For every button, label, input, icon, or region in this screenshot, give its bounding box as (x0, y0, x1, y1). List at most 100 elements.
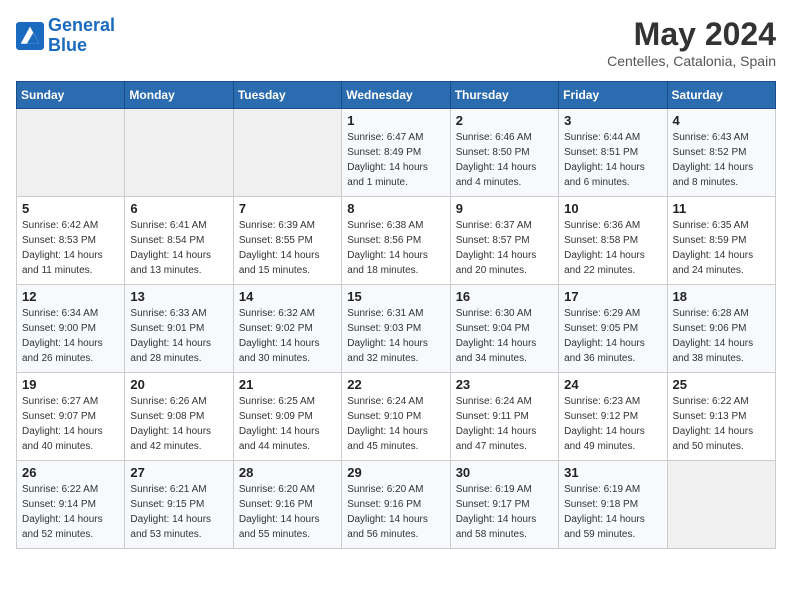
calendar-cell: 1 Sunrise: 6:47 AM Sunset: 8:49 PM Daylig… (342, 109, 450, 197)
day-number: 30 (456, 465, 553, 480)
day-info: Sunrise: 6:27 AM Sunset: 9:07 PM Dayligh… (22, 394, 119, 454)
day-info: Sunrise: 6:29 AM Sunset: 9:05 PM Dayligh… (564, 306, 661, 366)
day-number: 3 (564, 113, 661, 128)
calendar-table: SundayMondayTuesdayWednesdayThursdayFrid… (16, 81, 776, 549)
day-info: Sunrise: 6:22 AM Sunset: 9:14 PM Dayligh… (22, 482, 119, 542)
day-info: Sunrise: 6:42 AM Sunset: 8:53 PM Dayligh… (22, 218, 119, 278)
day-number: 31 (564, 465, 661, 480)
day-number: 10 (564, 201, 661, 216)
logo-line2: Blue (48, 35, 87, 55)
calendar-week-2: 5Sunrise: 6:42 AM Sunset: 8:53 PM Daylig… (17, 197, 776, 285)
calendar-cell: 6 Sunrise: 6:41 AM Sunset: 8:54 PM Daylig… (125, 197, 233, 285)
day-number: 8 (347, 201, 444, 216)
day-info: Sunrise: 6:23 AM Sunset: 9:12 PM Dayligh… (564, 394, 661, 454)
day-number: 4 (673, 113, 770, 128)
day-number: 1 (347, 113, 444, 128)
day-number: 7 (239, 201, 336, 216)
title-block: May 2024 Centelles, Catalonia, Spain (607, 16, 776, 69)
calendar-cell: 4 Sunrise: 6:43 AM Sunset: 8:52 PM Daylig… (667, 109, 775, 197)
day-number: 15 (347, 289, 444, 304)
calendar-cell: 27Sunrise: 6:21 AM Sunset: 9:15 PM Dayli… (125, 461, 233, 549)
calendar-cell: 18 Sunrise: 6:28 AM Sunset: 9:06 PM Dayli… (667, 285, 775, 373)
day-number: 16 (456, 289, 553, 304)
day-info: Sunrise: 6:34 AM Sunset: 9:00 PM Dayligh… (22, 306, 119, 366)
logo: General Blue (16, 16, 115, 56)
calendar-week-4: 19 Sunrise: 6:27 AM Sunset: 9:07 PM Dayli… (17, 373, 776, 461)
day-info: Sunrise: 6:19 AM Sunset: 9:18 PM Dayligh… (564, 482, 661, 542)
day-number: 9 (456, 201, 553, 216)
day-info: Sunrise: 6:32 AM Sunset: 9:02 PM Dayligh… (239, 306, 336, 366)
day-info: Sunrise: 6:43 AM Sunset: 8:52 PM Dayligh… (673, 130, 770, 190)
calendar-week-1: 1 Sunrise: 6:47 AM Sunset: 8:49 PM Daylig… (17, 109, 776, 197)
calendar-week-3: 12 Sunrise: 6:34 AM Sunset: 9:00 PM Dayli… (17, 285, 776, 373)
calendar-cell: 22 Sunrise: 6:24 AM Sunset: 9:10 PM Dayli… (342, 373, 450, 461)
weekday-header-wednesday: Wednesday (342, 82, 450, 109)
day-number: 29 (347, 465, 444, 480)
calendar-cell: 15 Sunrise: 6:31 AM Sunset: 9:03 PM Dayli… (342, 285, 450, 373)
day-info: Sunrise: 6:41 AM Sunset: 8:54 PM Dayligh… (130, 218, 227, 278)
month-title: May 2024 (607, 16, 776, 53)
calendar-cell: 10 Sunrise: 6:36 AM Sunset: 8:58 PM Dayli… (559, 197, 667, 285)
day-info: Sunrise: 6:46 AM Sunset: 8:50 PM Dayligh… (456, 130, 553, 190)
day-number: 27 (130, 465, 227, 480)
day-info: Sunrise: 6:36 AM Sunset: 8:58 PM Dayligh… (564, 218, 661, 278)
day-number: 13 (130, 289, 227, 304)
calendar-cell: 31 Sunrise: 6:19 AM Sunset: 9:18 PM Dayli… (559, 461, 667, 549)
day-number: 22 (347, 377, 444, 392)
calendar-cell: 2 Sunrise: 6:46 AM Sunset: 8:50 PM Daylig… (450, 109, 558, 197)
calendar-cell: 12 Sunrise: 6:34 AM Sunset: 9:00 PM Dayli… (17, 285, 125, 373)
day-number: 2 (456, 113, 553, 128)
calendar-cell: 17 Sunrise: 6:29 AM Sunset: 9:05 PM Dayli… (559, 285, 667, 373)
day-info: Sunrise: 6:20 AM Sunset: 9:16 PM Dayligh… (347, 482, 444, 542)
location: Centelles, Catalonia, Spain (607, 53, 776, 69)
day-info: Sunrise: 6:37 AM Sunset: 8:57 PM Dayligh… (456, 218, 553, 278)
calendar-cell: 5Sunrise: 6:42 AM Sunset: 8:53 PM Daylig… (17, 197, 125, 285)
calendar-cell (125, 109, 233, 197)
calendar-cell: 28Sunrise: 6:20 AM Sunset: 9:16 PM Dayli… (233, 461, 341, 549)
calendar-cell: 3 Sunrise: 6:44 AM Sunset: 8:51 PM Daylig… (559, 109, 667, 197)
calendar-cell: 19 Sunrise: 6:27 AM Sunset: 9:07 PM Dayli… (17, 373, 125, 461)
day-info: Sunrise: 6:30 AM Sunset: 9:04 PM Dayligh… (456, 306, 553, 366)
calendar-cell (233, 109, 341, 197)
day-number: 28 (239, 465, 336, 480)
calendar-cell: 20Sunrise: 6:26 AM Sunset: 9:08 PM Dayli… (125, 373, 233, 461)
day-info: Sunrise: 6:24 AM Sunset: 9:10 PM Dayligh… (347, 394, 444, 454)
day-number: 23 (456, 377, 553, 392)
calendar-body: 1 Sunrise: 6:47 AM Sunset: 8:49 PM Daylig… (17, 109, 776, 549)
weekday-header-saturday: Saturday (667, 82, 775, 109)
day-number: 19 (22, 377, 119, 392)
logo-line1: General (48, 15, 115, 35)
calendar-cell: 26 Sunrise: 6:22 AM Sunset: 9:14 PM Dayli… (17, 461, 125, 549)
day-number: 24 (564, 377, 661, 392)
day-info: Sunrise: 6:19 AM Sunset: 9:17 PM Dayligh… (456, 482, 553, 542)
day-info: Sunrise: 6:25 AM Sunset: 9:09 PM Dayligh… (239, 394, 336, 454)
day-number: 12 (22, 289, 119, 304)
calendar-header: SundayMondayTuesdayWednesdayThursdayFrid… (17, 82, 776, 109)
calendar-cell: 9 Sunrise: 6:37 AM Sunset: 8:57 PM Daylig… (450, 197, 558, 285)
calendar-cell: 30 Sunrise: 6:19 AM Sunset: 9:17 PM Dayli… (450, 461, 558, 549)
day-number: 18 (673, 289, 770, 304)
logo-text: General Blue (48, 16, 115, 56)
weekday-header-friday: Friday (559, 82, 667, 109)
day-number: 20 (130, 377, 227, 392)
calendar-cell: 14 Sunrise: 6:32 AM Sunset: 9:02 PM Dayli… (233, 285, 341, 373)
day-number: 17 (564, 289, 661, 304)
calendar-cell: 25 Sunrise: 6:22 AM Sunset: 9:13 PM Dayli… (667, 373, 775, 461)
weekday-header-tuesday: Tuesday (233, 82, 341, 109)
weekday-header-thursday: Thursday (450, 82, 558, 109)
day-number: 26 (22, 465, 119, 480)
calendar-cell (17, 109, 125, 197)
day-info: Sunrise: 6:44 AM Sunset: 8:51 PM Dayligh… (564, 130, 661, 190)
day-info: Sunrise: 6:28 AM Sunset: 9:06 PM Dayligh… (673, 306, 770, 366)
calendar-cell: 13Sunrise: 6:33 AM Sunset: 9:01 PM Dayli… (125, 285, 233, 373)
day-info: Sunrise: 6:39 AM Sunset: 8:55 PM Dayligh… (239, 218, 336, 278)
day-number: 25 (673, 377, 770, 392)
day-info: Sunrise: 6:31 AM Sunset: 9:03 PM Dayligh… (347, 306, 444, 366)
day-info: Sunrise: 6:22 AM Sunset: 9:13 PM Dayligh… (673, 394, 770, 454)
weekday-header-sunday: Sunday (17, 82, 125, 109)
day-info: Sunrise: 6:47 AM Sunset: 8:49 PM Dayligh… (347, 130, 444, 190)
day-number: 14 (239, 289, 336, 304)
day-info: Sunrise: 6:35 AM Sunset: 8:59 PM Dayligh… (673, 218, 770, 278)
day-number: 6 (130, 201, 227, 216)
calendar-cell: 11Sunrise: 6:35 AM Sunset: 8:59 PM Dayli… (667, 197, 775, 285)
